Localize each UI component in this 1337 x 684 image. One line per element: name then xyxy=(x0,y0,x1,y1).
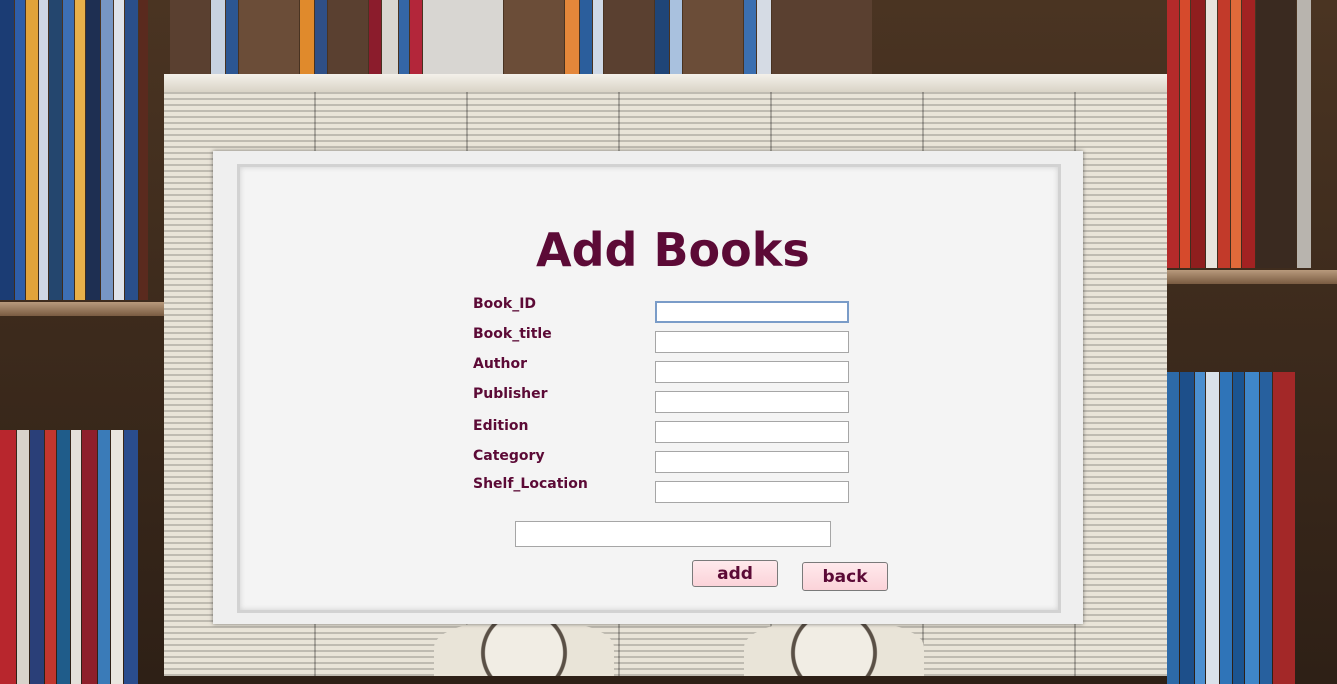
form-card: Add Books Book_ID Book_title Author Publ… xyxy=(237,164,1061,613)
author-input[interactable] xyxy=(655,361,849,383)
newspaper-sketch xyxy=(744,618,924,676)
publisher-row: Publisher xyxy=(473,386,853,415)
book-title-label: Book_title xyxy=(473,326,552,342)
status-message-box xyxy=(515,521,831,547)
book-id-row: Book_ID xyxy=(473,296,853,325)
bookshelf-left xyxy=(0,0,170,684)
back-button[interactable]: back xyxy=(802,562,888,591)
category-row: Category xyxy=(473,448,853,475)
book-id-input[interactable] xyxy=(655,301,849,323)
publisher-label: Publisher xyxy=(473,386,548,402)
publisher-input[interactable] xyxy=(655,391,849,413)
edition-label: Edition xyxy=(473,418,529,434)
form-frame: Add Books Book_ID Book_title Author Publ… xyxy=(213,151,1083,624)
shelf-location-input[interactable] xyxy=(655,481,849,503)
author-row: Author xyxy=(473,356,853,385)
newspaper-sketch xyxy=(434,618,614,676)
book-id-label: Book_ID xyxy=(473,296,537,312)
bookshelf-right xyxy=(1167,0,1337,684)
book-title-row: Book_title xyxy=(473,326,853,355)
category-label: Category xyxy=(473,448,545,464)
edition-input[interactable] xyxy=(655,421,849,443)
author-label: Author xyxy=(473,356,527,372)
shelf-location-row: Shelf_Location xyxy=(473,476,853,505)
page-title: Add Books xyxy=(536,223,810,277)
edition-row: Edition xyxy=(473,418,853,445)
add-button[interactable]: add xyxy=(692,560,778,587)
paper-torn-edge xyxy=(164,74,1167,92)
category-input[interactable] xyxy=(655,451,849,473)
book-title-input[interactable] xyxy=(655,331,849,353)
shelf-location-label: Shelf_Location xyxy=(473,476,588,492)
